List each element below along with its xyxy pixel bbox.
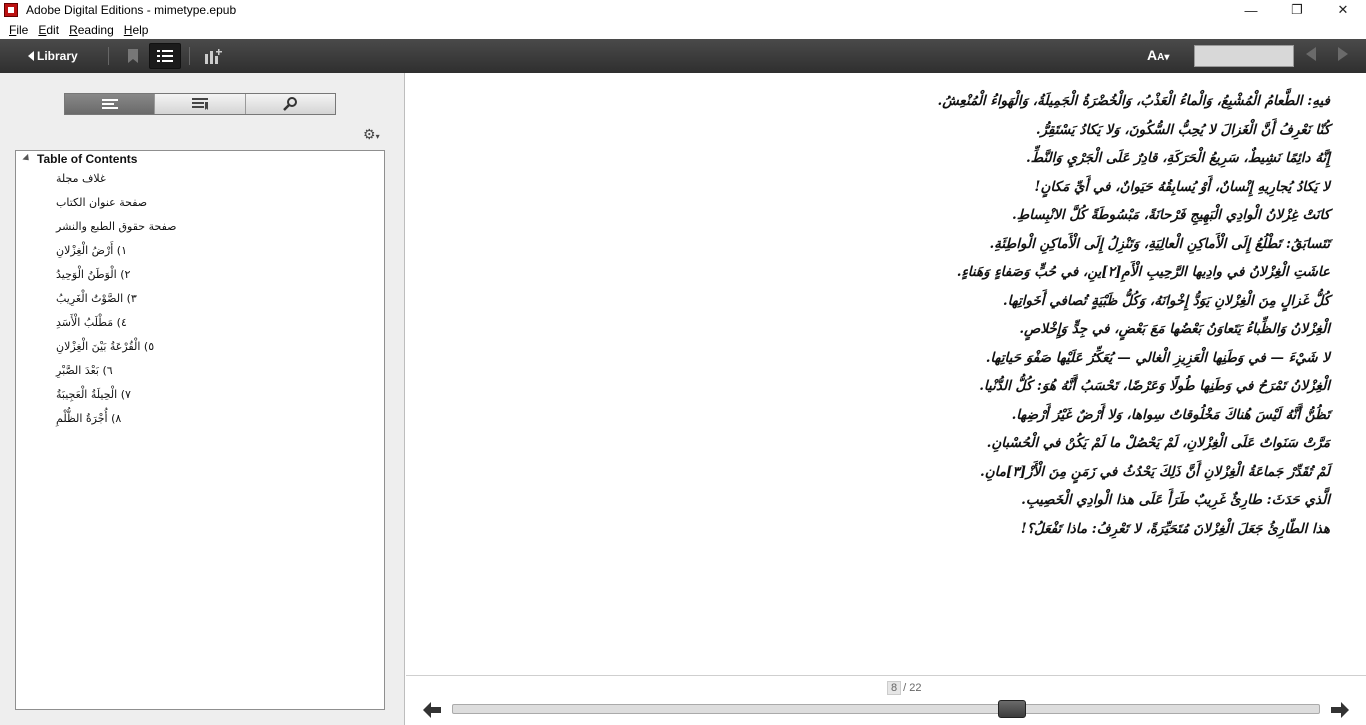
prev-page-icon[interactable] xyxy=(1306,47,1316,61)
arrow-left-icon xyxy=(423,702,441,718)
toc-tree: Table of Contents غلاف مجلة صفحة عنوان ا… xyxy=(15,150,385,710)
page-counter: 8 / 22 xyxy=(887,681,921,695)
total-pages: / 22 xyxy=(903,682,922,694)
toc-item[interactable]: ٦) بَعْدَ الصَّبْرِ xyxy=(56,359,177,383)
text-line: لَمْ تُقَدِّرْ جَماعَةُ الْغِزْلانِ أَنَ… xyxy=(980,463,1330,480)
text-line: كُلُّ غَزالٍ مِنَ الْغِزْلانِ يَوَدُّ إِ… xyxy=(1002,292,1330,309)
toc-item[interactable]: ٨) أُجْرَةُ الظُّلْمِ xyxy=(56,407,177,431)
text-line: الَّذي حَدَثَ: طارِئٌ غَرِيبٌ طَرَأَ عَل… xyxy=(1021,492,1330,508)
toc-list-icon xyxy=(156,50,173,62)
toc-title: Table of Contents xyxy=(37,152,138,166)
toc-item[interactable]: صفحة حقوق الطبع والنشر xyxy=(56,215,177,239)
next-page-icon[interactable] xyxy=(1338,47,1348,61)
library-label: Library xyxy=(37,49,78,63)
toc-header[interactable]: Table of Contents xyxy=(22,152,138,166)
minimize-button[interactable]: — xyxy=(1228,0,1274,20)
menu-reading[interactable]: Reading xyxy=(64,23,119,37)
bookmark-list-icon xyxy=(191,98,208,110)
text-line: كانَتْ غِزْلانُ الْوادِي الْبَهِيجِ فَرْ… xyxy=(1012,207,1330,223)
text-line: الْغِزْلانُ تَمْرَحُ في وَطَنِها طُولًا … xyxy=(979,378,1330,394)
text-line: هذا الطّارِئُ جَعَلَ الْغِزْلانَ مُتَحَي… xyxy=(1020,520,1330,537)
text-line: عاشَتِ الْغِزْلانُ في وادِيها الرَّحِيبِ… xyxy=(956,264,1330,280)
toc-item[interactable]: ٤) مَطْلَبُ الْأَسَدِ xyxy=(56,311,177,335)
current-page: 8 xyxy=(887,681,902,695)
toolbar-divider xyxy=(188,47,190,65)
sidebar-panel: ⚙▾ Table of Contents غلاف مجلة صفحة عنوا… xyxy=(0,73,405,725)
toc-item[interactable]: ٣) الصَّوْتُ الْغَرِيبُ xyxy=(56,287,177,311)
tab-table-of-contents[interactable] xyxy=(65,94,155,114)
window-titlebar: Adobe Digital Editions - mimetype.epub —… xyxy=(0,0,1366,20)
library-button[interactable]: Library xyxy=(28,49,78,63)
page-slider-thumb[interactable] xyxy=(998,700,1026,718)
window-title: Adobe Digital Editions - mimetype.epub xyxy=(26,3,237,17)
search-icon xyxy=(283,97,298,111)
back-arrow-icon xyxy=(28,51,34,61)
tab-bookmarks[interactable] xyxy=(154,94,245,114)
add-chart-icon xyxy=(204,49,222,64)
toc-item[interactable]: ٢) الْوَطَنُ الْوَحِيدُ xyxy=(56,263,177,287)
add-to-collection-button[interactable] xyxy=(198,43,230,69)
text-line: مَرَّتْ سَنَواتٌ عَلَى الْغِزْلانِ، لَمْ… xyxy=(986,435,1330,451)
font-size-button[interactable]: AA▾ xyxy=(1147,47,1169,63)
maximize-button[interactable]: ❐ xyxy=(1274,0,1320,20)
page-slider-track[interactable] xyxy=(452,704,1320,714)
menu-bar: File Edit Reading Help xyxy=(0,20,1366,39)
toc-item[interactable]: ٧) الْحِيلَةُ الْعَجِيبَةُ xyxy=(56,383,177,407)
text-line: لا شَيْءَ — في وَطَنِها الْعَزِيزِ الْغا… xyxy=(985,349,1330,366)
text-line: كُنّا نَعْرِفُ أَنَّ الْغَزالَ لا يُحِبُ… xyxy=(1035,121,1330,138)
text-line: إِنَّهُ دائِمًا نَشِيطٌ، سَرِيعُ الْحَرَ… xyxy=(1025,150,1330,166)
menu-edit[interactable]: Edit xyxy=(33,23,64,37)
sidebar-tabs xyxy=(64,93,336,115)
collapse-arrow-icon[interactable] xyxy=(22,153,32,163)
reader-toolbar: Library AA▾ xyxy=(0,39,1366,73)
toc-icon xyxy=(101,99,118,109)
toc-item[interactable]: غلاف مجلة xyxy=(56,167,177,191)
text-line: الْغِزْلانُ وَالظِّباءُ يَتَعاوَنُ بَعْض… xyxy=(1019,321,1330,337)
page-number-input[interactable] xyxy=(1194,45,1294,67)
toc-toggle-button[interactable] xyxy=(148,43,181,69)
text-line: فيهِ: الطَّعامُ الْمُشْبِعُ، وَالْماءُ ا… xyxy=(937,93,1330,109)
tab-search[interactable] xyxy=(244,94,335,114)
bookmark-button[interactable] xyxy=(117,43,149,69)
book-text: فيهِ: الطَّعامُ الْمُشْبِعُ، وَالْماءُ ا… xyxy=(770,87,1330,543)
adobe-de-app-icon xyxy=(4,3,18,17)
close-button[interactable]: ✕ xyxy=(1320,0,1366,20)
bookmark-icon xyxy=(127,49,138,63)
menu-help[interactable]: Help xyxy=(119,23,154,37)
text-line: تَظُنُّ أَنَّهُ لَيْسَ هُناكَ مَخْلُوقات… xyxy=(1011,406,1330,423)
toc-item[interactable]: ١) أَرْضُ الْغِزْلانِ xyxy=(56,239,177,263)
text-line: تَتَسابَقُ: تَطْلُعُ إِلَى الْأَماكِنِ ا… xyxy=(989,235,1330,252)
toc-items: غلاف مجلة صفحة عنوان الكتاب صفحة حقوق ال… xyxy=(56,167,177,431)
reader-divider xyxy=(406,675,1366,676)
prev-page-button[interactable] xyxy=(422,700,442,720)
settings-gear-icon[interactable]: ⚙▾ xyxy=(363,126,380,143)
reading-pane: فيهِ: الطَّعامُ الْمُشْبِعُ، وَالْماءُ ا… xyxy=(406,73,1366,675)
next-page-button[interactable] xyxy=(1330,700,1350,720)
arrow-right-icon xyxy=(1331,702,1349,718)
toolbar-divider xyxy=(107,47,109,65)
toc-item[interactable]: ٥) الْقُرْعَةُ بَيْنَ الْغِزْلانِ xyxy=(56,335,177,359)
toc-item[interactable]: صفحة عنوان الكتاب xyxy=(56,191,177,215)
text-line: لا يَكادُ يُجارِيهِ إِنْسانٌ، أَوْ يُساب… xyxy=(1034,178,1330,195)
window-controls: — ❐ ✕ xyxy=(1228,0,1366,20)
menu-file[interactable]: File xyxy=(4,23,33,37)
